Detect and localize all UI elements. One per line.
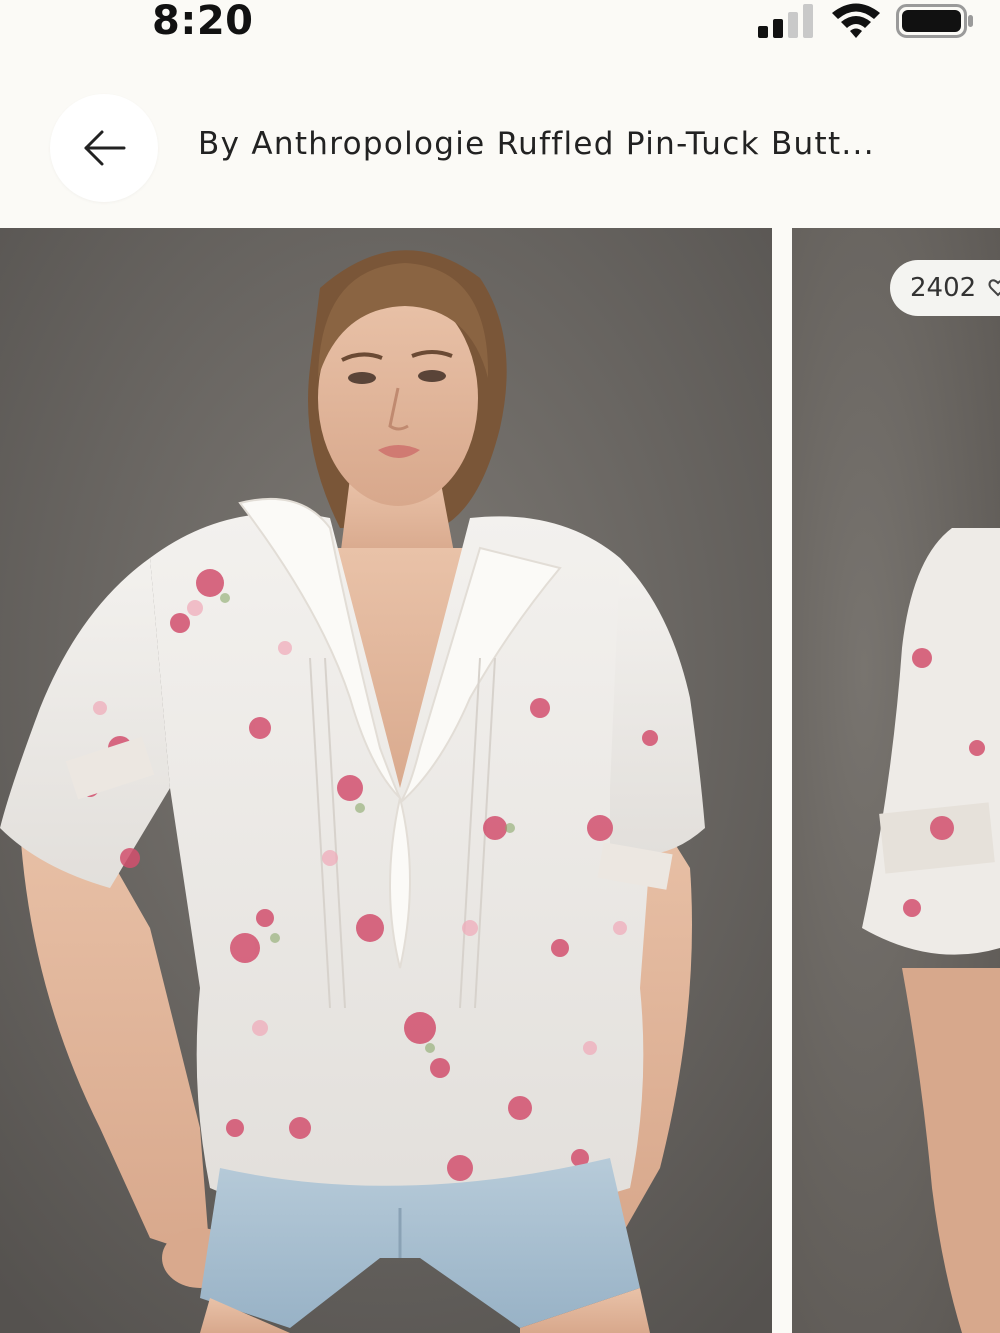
product-photo-next[interactable]: [792, 228, 1000, 1333]
product-title: By Anthropologie Ruffled Pin-Tuck Butt..…: [198, 126, 875, 162]
status-time: 8:20: [152, 0, 254, 44]
cellular-signal-icon: [758, 4, 813, 38]
wifi-icon: [832, 3, 880, 38]
product-photo-next-illustration: [792, 228, 1000, 1333]
status-bar: 8:20: [0, 0, 1000, 48]
back-button[interactable]: [50, 94, 158, 202]
photo-counter-badge[interactable]: 2402: [890, 260, 1000, 316]
heart-icon: [988, 279, 1000, 297]
arrow-left-icon: [84, 130, 126, 166]
product-photo-illustration: [0, 228, 772, 1333]
battery-icon: [896, 4, 973, 38]
product-photo[interactable]: [0, 228, 772, 1333]
header: By Anthropologie Ruffled Pin-Tuck Butt..…: [0, 48, 1000, 228]
screen: 8:20 By Anthropologie Ruffled Pin-Tuck B…: [0, 0, 1000, 1333]
photo-counter-text: 2402: [910, 273, 977, 303]
product-image-gallery[interactable]: 2402: [0, 228, 1000, 1333]
